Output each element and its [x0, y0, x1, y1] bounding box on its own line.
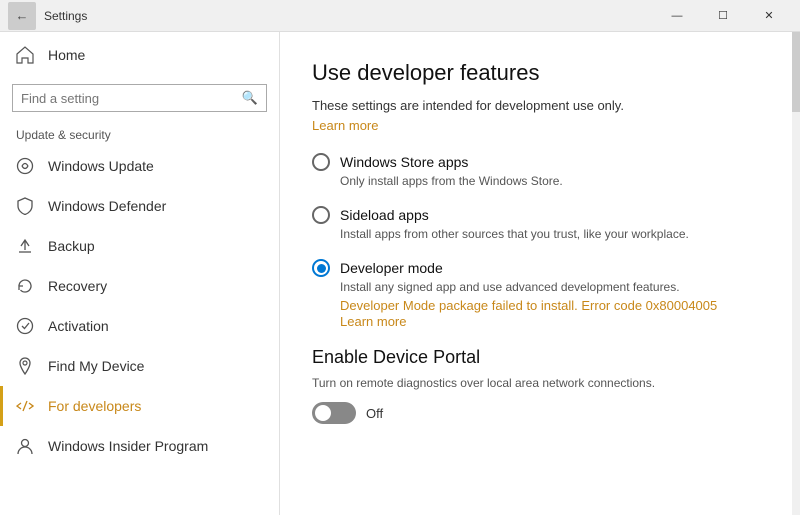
- sidebar-item-home[interactable]: Home: [0, 32, 279, 78]
- insider-icon: [16, 437, 34, 455]
- radio-windows-store[interactable]: [312, 153, 330, 171]
- sidebar-item-recovery[interactable]: Recovery: [0, 266, 279, 306]
- content-scrollbar[interactable]: [792, 32, 800, 515]
- sidebar-item-recovery-label: Recovery: [48, 278, 107, 294]
- sidebar-item-windows-defender[interactable]: Windows Defender: [0, 186, 279, 226]
- content-description: These settings are intended for developm…: [312, 98, 768, 113]
- activation-icon: [16, 317, 34, 335]
- sidebar-item-backup-label: Backup: [48, 238, 95, 254]
- home-icon: [16, 46, 34, 64]
- sidebar-item-insider-label: Windows Insider Program: [48, 438, 208, 454]
- radio-developer-mode[interactable]: [312, 259, 330, 277]
- scrollbar-thumb[interactable]: [792, 32, 800, 112]
- recovery-icon: [16, 277, 34, 295]
- toggle-row: Off: [312, 402, 768, 424]
- page-title: Use developer features: [312, 60, 768, 86]
- radio-sideload-desc: Install apps from other sources that you…: [340, 227, 768, 241]
- window-title: Settings: [44, 9, 654, 23]
- radio-windows-store-desc: Only install apps from the Windows Store…: [340, 174, 768, 188]
- sidebar-item-defender-label: Windows Defender: [48, 198, 166, 214]
- portal-title: Enable Device Portal: [312, 347, 768, 368]
- sidebar-item-backup[interactable]: Backup: [0, 226, 279, 266]
- sidebar-section-label: Update & security: [0, 122, 279, 146]
- update-icon: [16, 157, 34, 175]
- sidebar-item-windows-update[interactable]: Windows Update: [0, 146, 279, 186]
- toggle-label: Off: [366, 406, 383, 421]
- window-controls: — ☐ ✕: [654, 0, 792, 32]
- sidebar-item-activation-label: Activation: [48, 318, 109, 334]
- learn-more-link-error[interactable]: Learn more: [340, 314, 406, 329]
- sidebar-item-find-my-device[interactable]: Find My Device: [0, 346, 279, 386]
- sidebar-item-windows-insider[interactable]: Windows Insider Program: [0, 426, 279, 466]
- developer-icon: [16, 397, 34, 415]
- find-device-icon: [16, 357, 34, 375]
- radio-option-windows-store: Windows Store apps Only install apps fro…: [312, 153, 768, 188]
- radio-windows-store-label: Windows Store apps: [340, 154, 468, 170]
- portal-desc: Turn on remote diagnostics over local ar…: [312, 376, 768, 390]
- sidebar-item-for-developers[interactable]: For developers: [0, 386, 279, 426]
- shield-icon: [16, 197, 34, 215]
- maximize-button[interactable]: ☐: [700, 0, 746, 32]
- radio-developer-mode-desc: Install any signed app and use advanced …: [340, 280, 768, 294]
- minimize-button[interactable]: —: [654, 0, 700, 32]
- close-button[interactable]: ✕: [746, 0, 792, 32]
- back-button[interactable]: ←: [8, 2, 36, 30]
- content-area: Use developer features These settings ar…: [280, 32, 800, 515]
- backup-icon: [16, 237, 34, 255]
- sidebar-item-windows-update-label: Windows Update: [48, 158, 154, 174]
- sidebar-item-for-developers-label: For developers: [48, 398, 141, 414]
- search-input[interactable]: [21, 91, 242, 106]
- sidebar: Home 🔍 Update & security Windows Update: [0, 32, 280, 515]
- titlebar: ← Settings — ☐ ✕: [0, 0, 800, 32]
- radio-sideload-label: Sideload apps: [340, 207, 429, 223]
- search-box[interactable]: 🔍: [12, 84, 267, 112]
- radio-option-sideload: Sideload apps Install apps from other so…: [312, 206, 768, 241]
- search-icon[interactable]: 🔍: [242, 90, 258, 106]
- radio-developer-mode-label: Developer mode: [340, 260, 443, 276]
- radio-option-developer-mode: Developer mode Install any signed app an…: [312, 259, 768, 329]
- radio-sideload[interactable]: [312, 206, 330, 224]
- sidebar-item-activation[interactable]: Activation: [0, 306, 279, 346]
- main-container: Home 🔍 Update & security Windows Update: [0, 32, 800, 515]
- sidebar-item-find-device-label: Find My Device: [48, 358, 144, 374]
- learn-more-link-top[interactable]: Learn more: [312, 118, 378, 133]
- error-text: Developer Mode package failed to install…: [340, 298, 768, 313]
- toggle-switch[interactable]: [312, 402, 356, 424]
- home-label: Home: [48, 47, 85, 63]
